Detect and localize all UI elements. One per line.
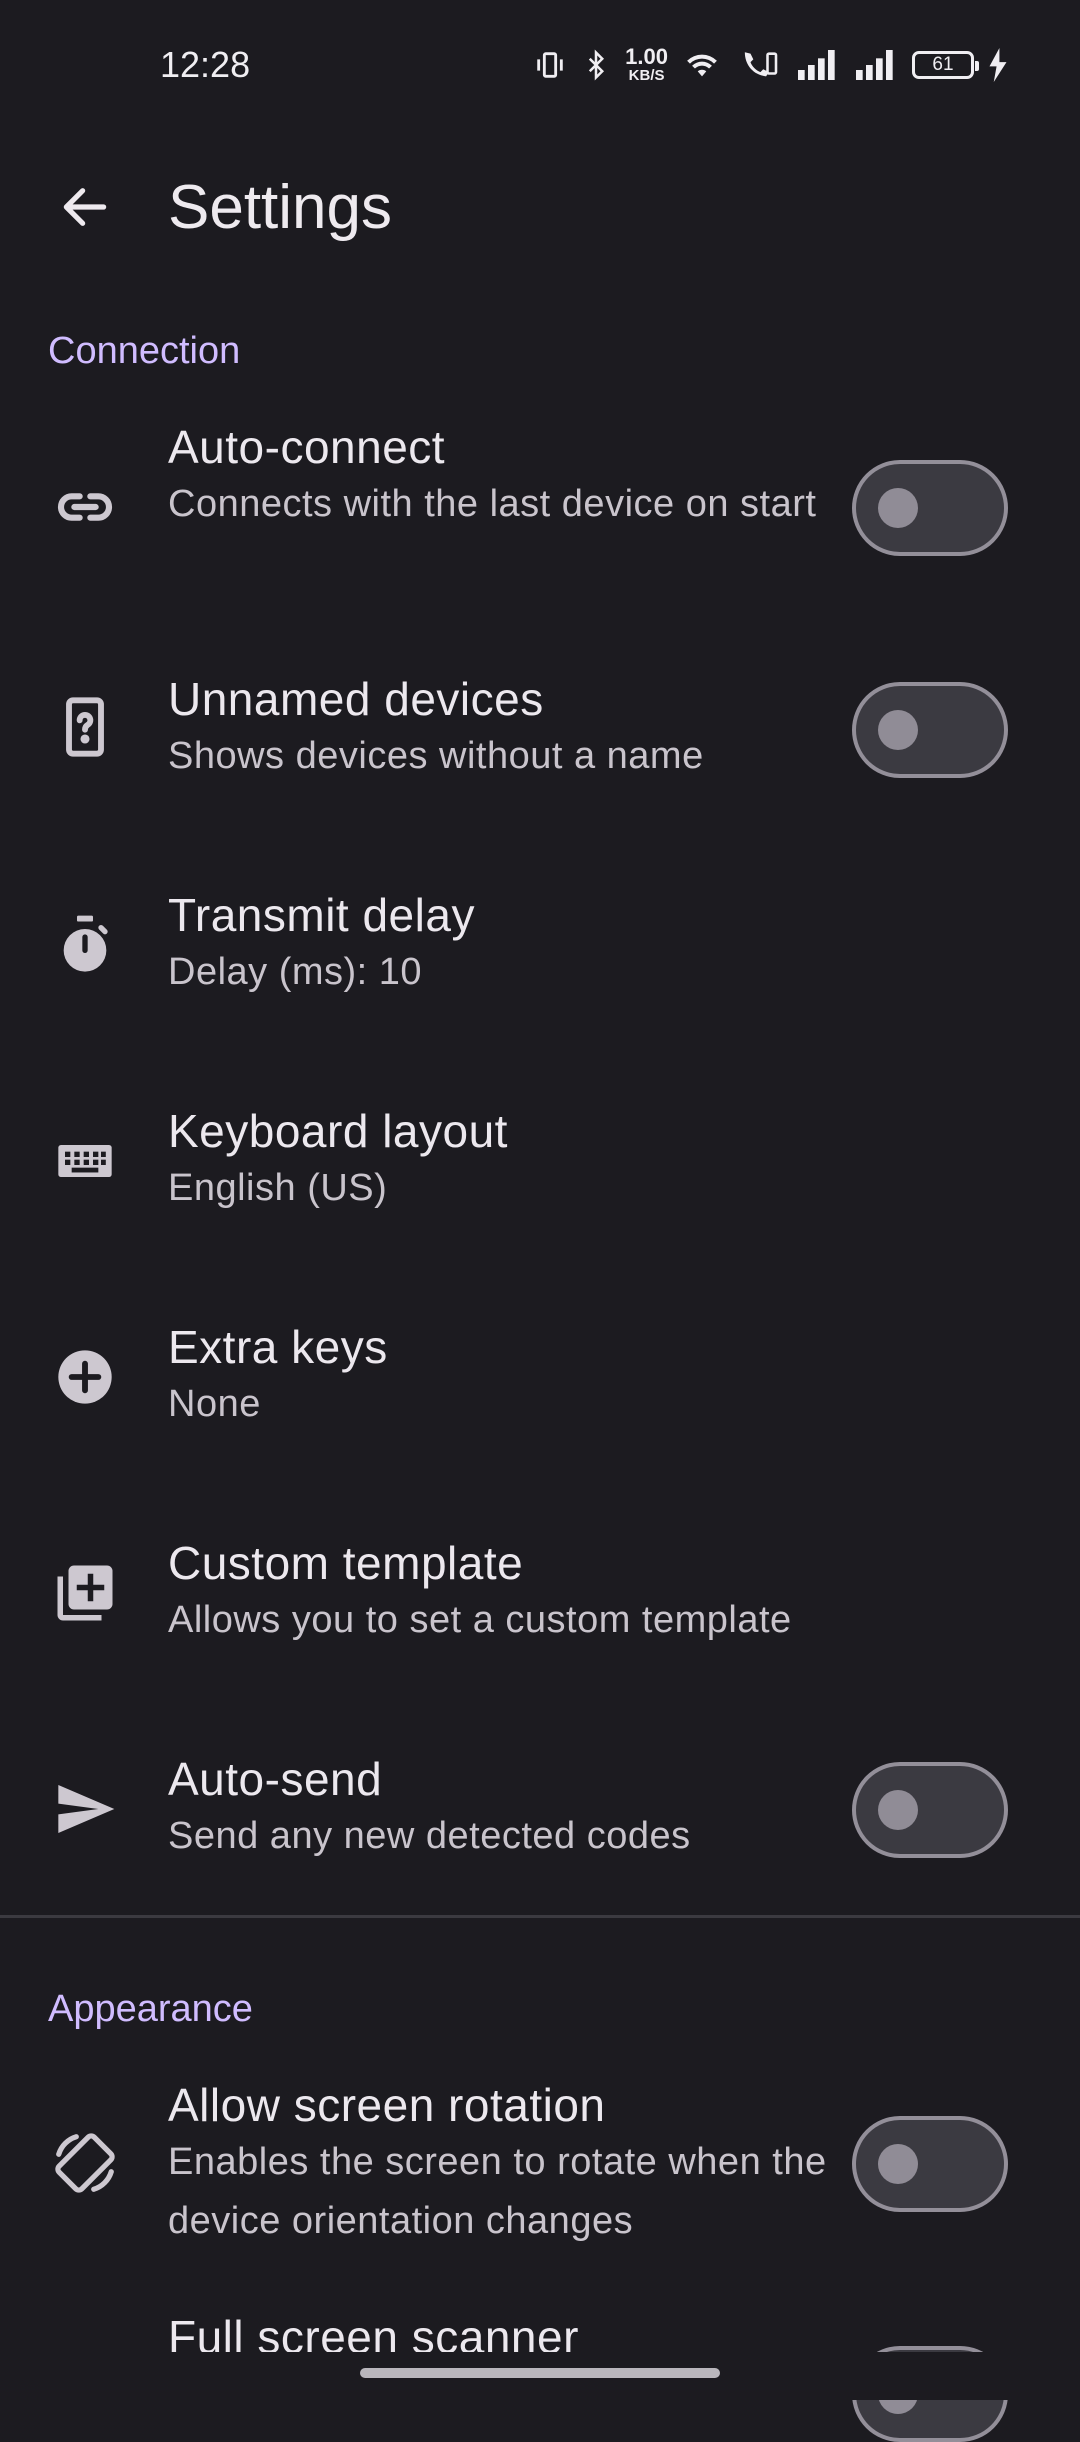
setting-custom-template[interactable]: Custom template Allows you to set a cust… [0,1536,1080,1666]
setting-summary: Send any new detected codes [168,1815,691,1858]
send-icon [50,1774,120,1844]
auto-connect-switch[interactable] [852,460,1008,556]
section-header-appearance: Appearance [48,1988,253,2030]
network-speed: 1.00 KB/S [625,44,668,84]
setting-label: Custom template [168,1537,524,1589]
setting-transmit-delay[interactable]: Transmit delay Delay (ms): 10 [0,888,1080,1018]
keyboard-icon [50,1126,120,1196]
setting-allow-screen-rotation[interactable]: Allow screen rotation Enables the screen… [0,2078,1080,2263]
status-bar: 12:28 1.00 KB/S 61 [0,0,1080,135]
section-divider [0,1915,1080,1918]
setting-summary: Enables the screen to rotate when the de… [168,2141,827,2243]
signal-icon [796,49,840,80]
setting-label: Extra keys [168,1321,388,1373]
signal-icon [854,49,898,80]
setting-label: Allow screen rotation [168,2079,606,2131]
timer-icon [50,910,120,980]
wifi-calling-icon [736,48,782,82]
setting-summary: Shows devices without a name [168,735,704,778]
setting-summary: Allows you to set a custom template [168,1599,792,1642]
status-time: 12:28 [160,44,251,85]
setting-label: Transmit delay [168,889,475,941]
setting-extra-keys[interactable]: Extra keys None [0,1320,1080,1450]
setting-summary: English (US) [168,1167,388,1210]
setting-summary: Connects with the last device on start [168,483,817,526]
app-bar: Settings [0,150,1080,260]
setting-summary: None [168,1383,261,1426]
unnamed-devices-switch[interactable] [852,682,1008,778]
home-indicator[interactable] [360,2368,720,2378]
bluetooth-icon [581,48,611,82]
arrow-back-icon [63,188,107,226]
section-header-connection: Connection [48,330,241,372]
allow-screen-rotation-switch[interactable] [852,2116,1008,2212]
auto-send-switch[interactable] [852,1762,1008,1858]
vibrate-icon [533,48,567,82]
setting-label: Auto-connect [168,421,446,473]
screen-rotation-icon [50,2128,120,2198]
setting-keyboard-layout[interactable]: Keyboard layout English (US) [0,1104,1080,1234]
battery-icon: 61 [912,50,979,79]
library-add-icon [50,1558,120,1628]
add-circle-icon [50,1342,120,1412]
setting-unnamed-devices[interactable]: Unnamed devices Shows devices without a … [0,672,1080,802]
charging-icon [988,47,1008,82]
link-icon [50,472,120,542]
page-title: Settings [168,173,393,242]
wifi-icon [682,48,722,82]
setting-auto-send[interactable]: Auto-send Send any new detected codes [0,1752,1080,1882]
setting-label: Auto-send [168,1753,383,1805]
setting-label: Unnamed devices [168,673,544,725]
setting-summary: Delay (ms): 10 [168,951,423,994]
unknown-device-icon [50,692,120,762]
setting-auto-connect[interactable]: Auto-connect Connects with the last devi… [0,420,1080,605]
back-button[interactable] [50,172,120,242]
setting-label: Keyboard layout [168,1105,508,1157]
status-icons: 1.00 KB/S 61 [533,46,1008,83]
